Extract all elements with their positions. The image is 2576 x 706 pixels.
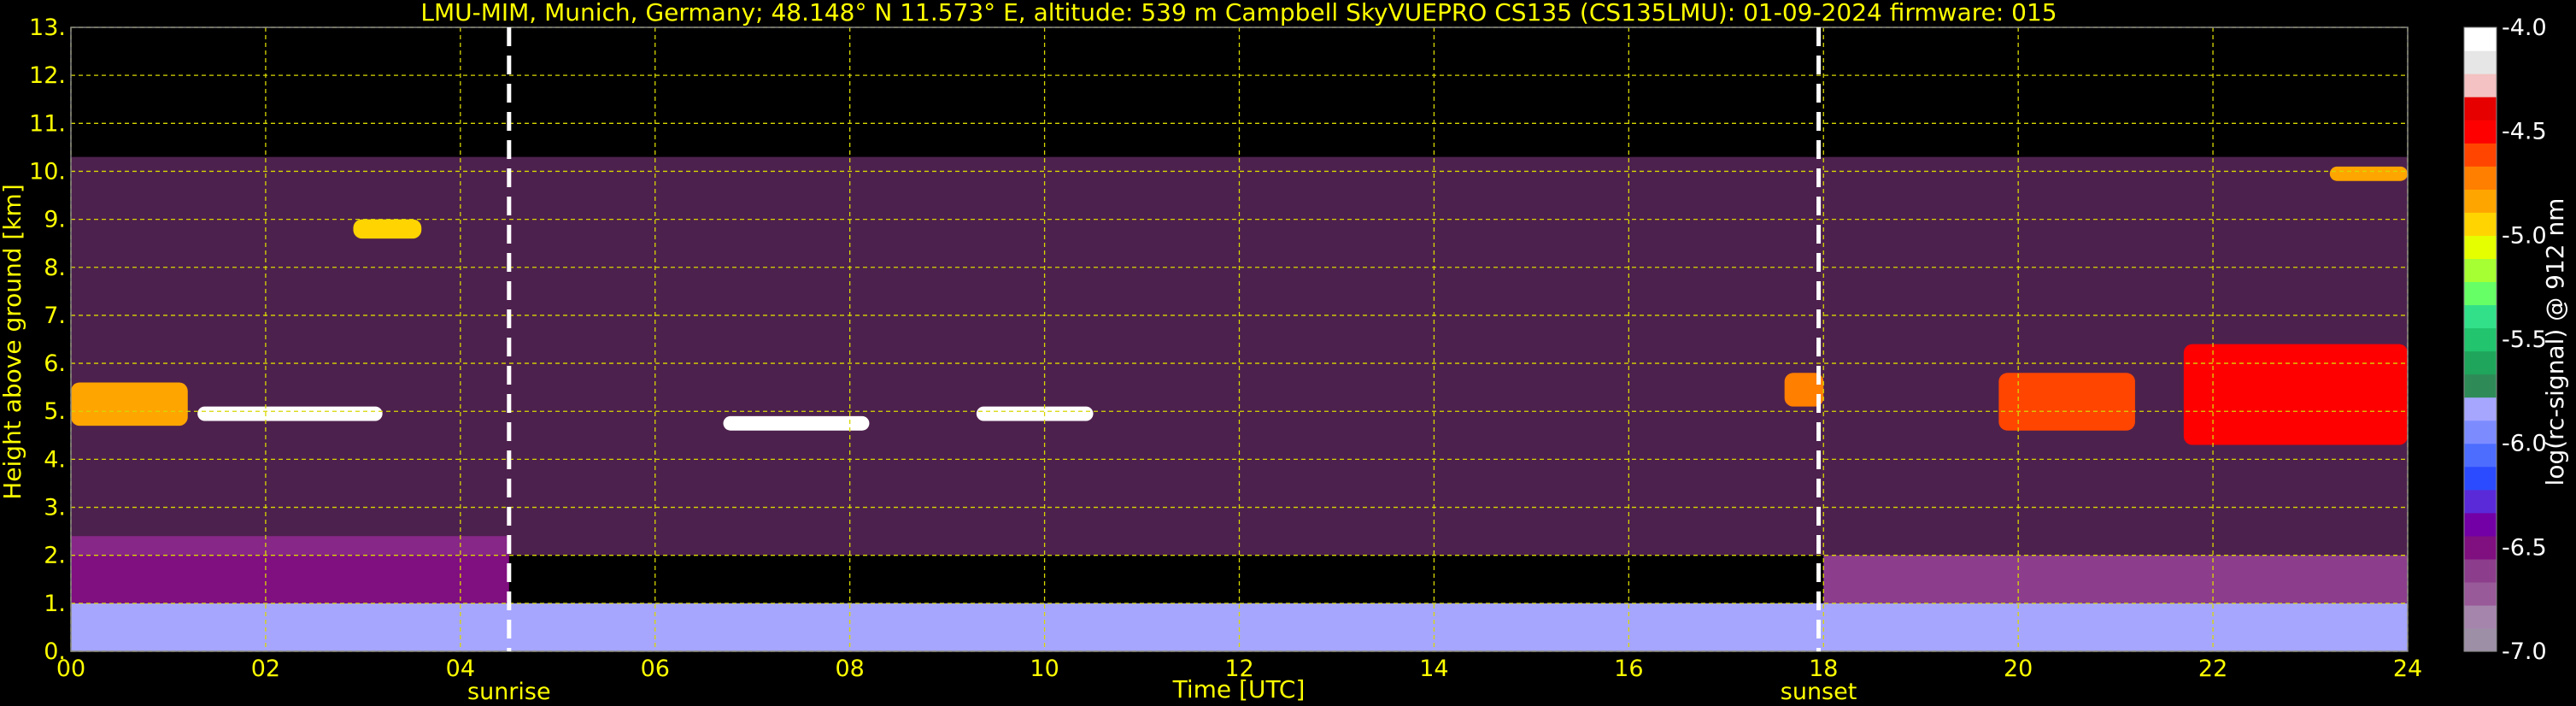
y-tick-label: 9. [44, 207, 66, 233]
sunrise-label: sunrise [467, 679, 551, 705]
colorbar-segment [2464, 143, 2497, 167]
x-tick-label: 08 [835, 656, 864, 682]
plot-area: 00 02 04 06 08 10 12 14 16 18 20 22 240.1.2.3.4.5.6.… [29, 15, 2422, 705]
x-tick-label: 10 [1030, 656, 1059, 682]
colorbar-segment [2464, 281, 2497, 306]
feature-cloud-early [71, 382, 188, 427]
y-axis-label: Height above ground [km] [0, 184, 26, 500]
y-tick-label: 5. [44, 398, 66, 425]
y-tick-label: 11. [29, 110, 66, 137]
colorbar-segment [2464, 350, 2497, 375]
y-tick-label: 12. [29, 62, 66, 89]
colorbar-segment [2464, 535, 2497, 560]
colorbar-segment [2464, 212, 2497, 236]
colorbar-segment [2464, 558, 2497, 583]
y-tick-label: 8. [44, 255, 66, 281]
sunset-label: sunset [1781, 679, 1857, 705]
feature-cloud-cirrus-early [353, 219, 422, 239]
feature-noise-region [71, 156, 2408, 556]
y-tick-label: 7. [44, 303, 66, 329]
colorbar-tick-label: -7.0 [2502, 638, 2547, 665]
feature-cloud-streak-3 [976, 406, 1094, 421]
chart: LMU-MIM, Munich, Germany; 48.148° N 11.5… [0, 0, 2569, 705]
colorbar-segment [2464, 604, 2497, 629]
colorbar-segment [2464, 50, 2497, 74]
colorbar-segment [2464, 327, 2497, 352]
y-tick-label: 2. [44, 543, 66, 569]
colorbar-segment [2464, 74, 2497, 97]
x-axis-label: Time [UTC] [1172, 675, 1306, 703]
colorbar-segment [2464, 581, 2497, 606]
colorbar-segment [2464, 466, 2497, 491]
colorbar-segment [2464, 627, 2497, 652]
feature-cloud-streak-1 [197, 406, 383, 421]
feature-cloud-streak-2 [723, 415, 870, 431]
x-tick-label: 02 [251, 656, 280, 682]
y-tick-label: 13. [29, 15, 66, 41]
colorbar-tick-label: -6.5 [2502, 534, 2547, 561]
colorbar-segment [2464, 374, 2497, 398]
chart-title: LMU-MIM, Munich, Germany; 48.148° N 11.5… [420, 0, 2057, 26]
colorbar-segment [2464, 397, 2497, 421]
colorbar-tick-label: -6.0 [2502, 431, 2547, 457]
feature-cloud-evening-1 [1998, 373, 2135, 431]
colorbar-segment [2464, 189, 2497, 213]
colorbar-segment [2464, 512, 2497, 537]
x-tick-label: 20 [2004, 656, 2033, 682]
y-tick-label: 0. [44, 638, 66, 665]
colorbar-tick-label: -4.0 [2502, 15, 2547, 41]
colorbar-segment [2464, 235, 2497, 259]
colorbar-segment [2464, 97, 2497, 121]
x-tick-label: 24 [2393, 656, 2422, 682]
colorbar: -4.0 -4.5 -5.0 -5.5 -6.0 -6.5 -7.0 [2463, 15, 2547, 665]
colorbar-segment [2464, 443, 2497, 468]
x-tick-label: 14 [1419, 656, 1448, 682]
colorbar-label: log(rc-signal) @ 912 nm [2541, 198, 2569, 486]
colorbar-tick-label: -5.5 [2502, 327, 2547, 353]
colorbar-segment [2464, 27, 2497, 51]
feature-residual-layer-evening [1823, 555, 2408, 603]
x-tick-label: 22 [2198, 656, 2227, 682]
y-tick-label: 4. [44, 446, 66, 473]
y-tick-label: 1. [44, 591, 66, 617]
colorbar-segment [2464, 120, 2497, 144]
colorbar-segment [2464, 489, 2497, 514]
y-tick-label: 10. [29, 158, 66, 185]
colorbar-tick-label: -4.5 [2502, 119, 2547, 145]
feature-cloud-cirrus-late [2329, 166, 2408, 181]
colorbar-tick-label: -5.0 [2502, 222, 2547, 249]
colorbar-segment [2464, 304, 2497, 329]
colorbar-segment [2464, 258, 2497, 283]
colorbar-segment [2464, 166, 2497, 190]
x-tick-label: 16 [1614, 656, 1643, 682]
x-tick-label: 06 [641, 656, 670, 682]
feature-cloud-evening-2 [2183, 344, 2408, 445]
y-tick-label: 3. [44, 495, 66, 521]
colorbar-segment [2464, 420, 2497, 444]
y-tick-label: 6. [44, 350, 66, 377]
